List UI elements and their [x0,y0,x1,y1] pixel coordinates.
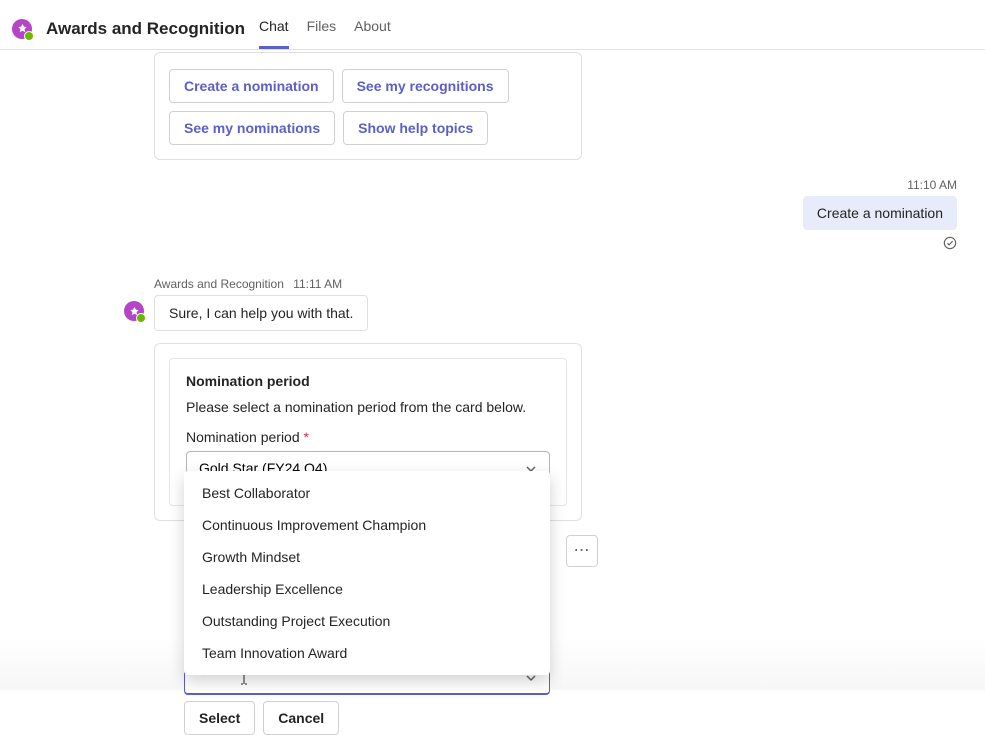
dropdown-item[interactable]: Continuous Improvement Champion [184,509,550,541]
cancel-button[interactable]: Cancel [263,701,339,735]
award-icon [17,23,28,34]
award-icon [129,306,140,317]
required-mark: * [304,429,309,445]
dropdown-item[interactable]: Leadership Excellence [184,573,550,605]
form-title: Nomination period [186,373,550,389]
dropdown-item[interactable]: Team Innovation Award [184,637,550,669]
quick-action-card: Create a nomination See my recognitions … [154,52,582,160]
user-msg-timestamp: 11:10 AM [907,178,957,192]
bot-avatar [124,301,144,321]
app-title: Awards and Recognition [46,19,245,39]
see-nominations-button[interactable]: See my nominations [169,111,335,145]
bot-time: 11:11 AM [293,277,342,291]
award-type-dropdown[interactable]: Best Collaborator Continuous Improvement… [184,471,550,675]
user-msg-bubble: Create a nomination [803,196,957,230]
nomination-form-wrap: Nomination period Please select a nomina… [154,343,582,521]
bot-reply-row: Sure, I can help you with that. [124,295,985,331]
create-nomination-button[interactable]: Create a nomination [169,69,334,103]
form-label-text: Nomination period [186,429,300,445]
show-help-button[interactable]: Show help topics [343,111,488,145]
tab-chat[interactable]: Chat [259,8,289,49]
bot-meta: Awards and Recognition 11:11 AM [154,277,985,291]
see-recognitions-button[interactable]: See my recognitions [342,69,509,103]
tab-about[interactable]: About [354,8,391,49]
dropdown-item[interactable]: Outstanding Project Execution [184,605,550,637]
select-button[interactable]: Select [184,701,255,735]
bot-reply-bubble: Sure, I can help you with that. [154,295,368,331]
dropdown-item[interactable]: Growth Mindset [184,541,550,573]
more-options-button[interactable]: ⋯ [566,535,598,567]
bot-name: Awards and Recognition [154,277,284,291]
app-header: Awards and Recognition Chat Files About [0,0,985,50]
dropdown-item[interactable]: Best Collaborator [184,477,550,509]
sent-status-icon [943,236,957,255]
form-action-row: Select Cancel [184,701,339,735]
chat-area: Create a nomination See my recognitions … [0,52,985,690]
form-description: Please select a nomination period from t… [186,399,550,415]
user-message: 11:10 AM Create a nomination [0,178,985,255]
app-avatar [12,19,32,39]
header-tabs: Chat Files About [259,8,391,49]
ellipsis-icon: ⋯ [574,543,591,559]
form-label: Nomination period * [186,429,550,445]
tab-files[interactable]: Files [307,8,337,49]
